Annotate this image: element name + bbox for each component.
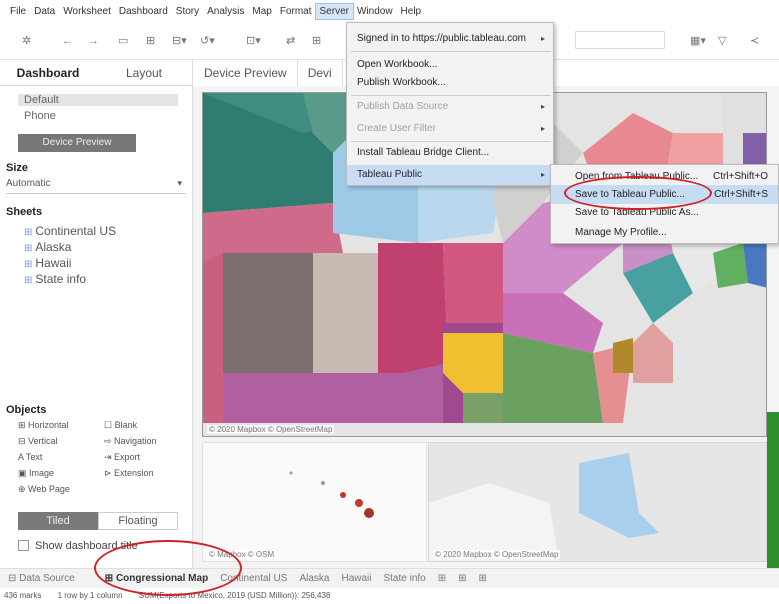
hawaii-map[interactable]: © Mapbox © OSM	[202, 442, 427, 562]
chevron-right-icon: ▸	[540, 102, 545, 111]
object-web-page[interactable]: ⊕ Web Page	[18, 484, 70, 495]
chart-icon[interactable]: ⊡▾	[246, 34, 261, 48]
dashboard-pane: Dashboard Layout Default Phone Device Pr…	[0, 60, 193, 568]
tab-device-preview[interactable]: Device Preview	[194, 60, 298, 86]
tab-layout[interactable]: Layout	[96, 60, 192, 85]
object-horizontal[interactable]: ⊞ Horizontal	[18, 420, 69, 431]
size-title: Size	[6, 162, 29, 174]
menu-map[interactable]: Map	[248, 4, 275, 19]
new-data-source-icon[interactable]: ⊞	[146, 34, 155, 48]
device-tabs: Device Preview Devi	[194, 60, 343, 86]
alaska-map[interactable]: © 2020 Mapbox © OpenStreetMap	[428, 442, 767, 562]
pane-tabs: Dashboard Layout	[0, 60, 192, 86]
sort-icon[interactable]: ⊞	[312, 34, 321, 48]
menu-analysis[interactable]: Analysis	[203, 4, 248, 19]
device-preview-button[interactable]: Device Preview	[18, 134, 136, 152]
floating-button[interactable]: Floating	[98, 512, 178, 530]
object-image[interactable]: ▣ Image	[18, 468, 54, 479]
chevron-down-icon: ▾	[177, 178, 182, 188]
worksheet-icon: ⊞	[24, 227, 33, 238]
tableau-logo-icon[interactable]: ✲	[22, 34, 31, 48]
new-worksheet-icon[interactable]: ⊞	[438, 573, 446, 584]
menu-item-publish-workbook[interactable]: Publish Workbook...	[347, 73, 553, 93]
forward-icon[interactable]: →	[88, 34, 99, 48]
tab-alaska[interactable]: Alaska	[299, 573, 329, 584]
chevron-right-icon: ▸	[540, 124, 545, 133]
new-dashboard-icon[interactable]: ⊞	[458, 573, 466, 584]
menu-file[interactable]: File	[6, 4, 30, 19]
tab-dashboard[interactable]: Dashboard	[0, 60, 96, 85]
chevron-right-icon: ▸	[540, 170, 545, 179]
menu-help[interactable]: Help	[397, 4, 426, 19]
undo-icon[interactable]: ↺▾	[200, 34, 215, 48]
object-export[interactable]: ⇥ Export	[104, 452, 140, 463]
menu-bar: File Data Worksheet Dashboard Story Anal…	[0, 0, 779, 22]
sheet-item[interactable]: ⊞ State info	[24, 272, 86, 286]
legend-strip	[767, 412, 779, 568]
save-icon[interactable]: ▭	[118, 34, 128, 48]
tab-hawaii[interactable]: Hawaii	[341, 573, 371, 584]
map-credit: © 2020 Mapbox © OpenStreetMap	[207, 425, 335, 434]
chevron-right-icon: ▸	[540, 34, 545, 43]
swap-icon[interactable]: ⇄	[286, 34, 295, 48]
server-menu: Signed in to https://public.tableau.com ▸…	[346, 22, 554, 186]
tab-data-source[interactable]: ⊟ Data Source	[8, 573, 75, 584]
filter-icon[interactable]: ▽	[718, 34, 726, 48]
size-value: Automatic	[6, 178, 51, 189]
object-navigation[interactable]: ⇨ Navigation	[104, 436, 157, 447]
new-sheet-icon[interactable]: ⊟▾	[172, 34, 187, 48]
menu-item-tableau-public[interactable]: Tableau Public ▸	[347, 165, 553, 185]
back-icon[interactable]: ←	[62, 34, 73, 48]
object-text[interactable]: A Text	[18, 452, 42, 462]
alaska-shape	[429, 453, 659, 561]
tab-state-info[interactable]: State info	[383, 573, 425, 584]
object-extension[interactable]: ⊳ Extension	[104, 468, 154, 479]
menu-window[interactable]: Window	[353, 4, 397, 19]
tiled-button[interactable]: Tiled	[18, 512, 98, 530]
menu-separator	[351, 95, 551, 96]
object-blank[interactable]: ☐ Blank	[104, 420, 137, 431]
menu-worksheet[interactable]: Worksheet	[59, 4, 115, 19]
tab-device[interactable]: Devi	[298, 60, 343, 86]
fit-select[interactable]	[575, 31, 665, 49]
menu-story[interactable]: Story	[172, 4, 203, 19]
annotation-circle-save	[564, 176, 712, 210]
sheet-item[interactable]: ⊞ Continental US	[24, 224, 116, 238]
status-rows: 1 row by 1 column	[57, 591, 123, 600]
annotation-circle-tab	[94, 540, 242, 596]
menu-dashboard[interactable]: Dashboard	[115, 4, 172, 19]
objects-title: Objects	[6, 404, 47, 416]
sheet-item[interactable]: ⊞ Alaska	[24, 240, 71, 254]
menu-item-signed-in[interactable]: Signed in to https://public.tableau.com ▸	[347, 29, 553, 49]
device-default[interactable]: Default	[18, 94, 178, 106]
sheet-item[interactable]: ⊞ Hawaii	[24, 256, 71, 270]
menu-separator	[351, 141, 551, 142]
menu-separator	[351, 51, 551, 52]
menu-item-publish-data-source: Publish Data Source ▸	[347, 97, 553, 117]
menu-item-open-workbook[interactable]: Open Workbook...	[347, 55, 553, 75]
size-select[interactable]: Automatic ▾	[6, 178, 186, 194]
show-me-icon[interactable]: ▦▾	[690, 34, 706, 48]
map-credit: © 2020 Mapbox © OpenStreetMap	[433, 550, 561, 559]
worksheet-icon: ⊞	[24, 243, 33, 254]
object-vertical[interactable]: ⊟ Vertical	[18, 436, 58, 447]
share-icon[interactable]: ≺	[750, 34, 759, 48]
menu-item-install-bridge[interactable]: Install Tableau Bridge Client...	[347, 143, 553, 163]
status-marks: 436 marks	[4, 591, 42, 600]
menu-data[interactable]: Data	[30, 4, 59, 19]
sheets-title: Sheets	[6, 206, 43, 218]
menu-format[interactable]: Format	[276, 4, 316, 19]
submenu-manage-profile[interactable]: Manage My Profile...	[551, 223, 778, 242]
checkbox-icon	[18, 540, 29, 551]
worksheet-icon: ⊞	[24, 275, 33, 286]
status-bar: 436 marks 1 row by 1 column SUM(Exports …	[0, 588, 779, 604]
hawaii-islands	[289, 471, 374, 518]
menu-server[interactable]: Server	[314, 2, 354, 20]
device-phone[interactable]: Phone	[24, 110, 56, 122]
menu-item-create-user-filter: Create User Filter ▸	[347, 119, 553, 139]
new-story-icon[interactable]: ⊞	[479, 573, 487, 584]
worksheet-icon: ⊞	[24, 259, 33, 270]
